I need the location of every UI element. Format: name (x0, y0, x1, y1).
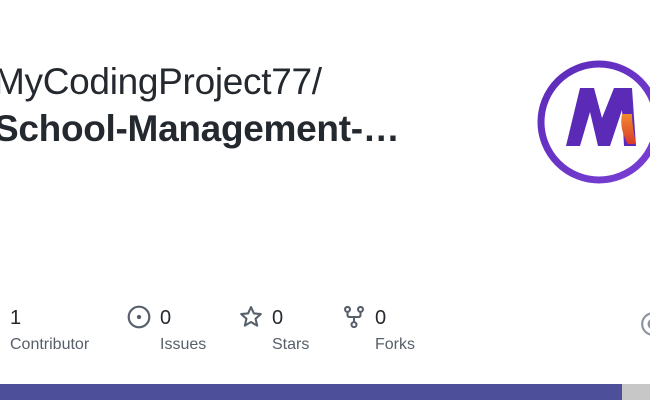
stat-issues-label: Issues (160, 336, 207, 353)
stat-forks-value: 0 (375, 307, 387, 329)
stat-stars-label: Stars (272, 336, 310, 353)
stat-contributors-value: 1 (10, 307, 22, 329)
stat-issues-value: 0 (160, 307, 172, 329)
github-mark-icon (641, 312, 650, 336)
stat-contributors-label: Contributor (10, 336, 90, 353)
repo-forked-icon (343, 305, 365, 329)
stat-forks[interactable]: 0 Forks (341, 302, 441, 362)
star-icon (240, 306, 262, 327)
language-bar-primary (0, 384, 622, 400)
stat-contributors[interactable]: 1 Contributor (10, 302, 120, 362)
repo-name[interactable]: School-Management-… (0, 106, 400, 152)
repo-owner[interactable]: MyCodingProject77/ (0, 60, 322, 104)
owner-avatar[interactable] (536, 58, 650, 186)
language-bar-secondary (622, 384, 650, 400)
stat-forks-label: Forks (375, 336, 415, 353)
issue-opened-icon (127, 305, 151, 329)
repo-social-card: MyCodingProject77/ School-Management-… 1… (0, 0, 650, 400)
stat-stars-value: 0 (272, 307, 284, 329)
stat-issues[interactable]: 0 Issues (126, 302, 236, 362)
stat-stars[interactable]: 0 Stars (238, 302, 338, 362)
